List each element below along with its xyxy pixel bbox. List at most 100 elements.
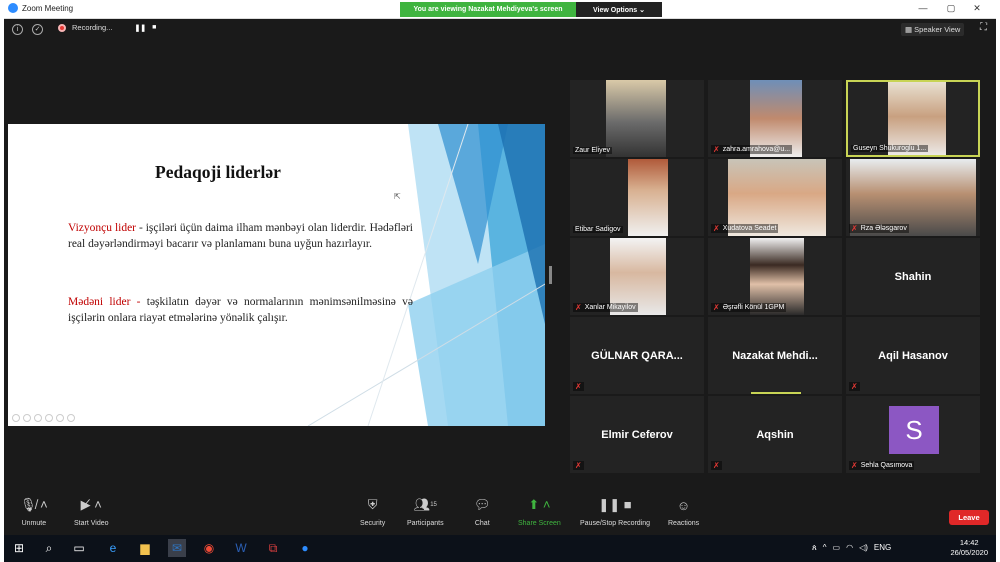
- pause-icon[interactable]: ❚❚: [134, 24, 146, 32]
- slide-title: Pedaqoji liderlər: [155, 162, 281, 182]
- recording-indicator: Recording... ❚❚ ■: [58, 23, 156, 32]
- chat-icon: 💬︎: [474, 497, 491, 512]
- share-screen-label: Share Screen: [518, 520, 561, 527]
- unmute-button[interactable]: 🎙︎̸ ˄ Unmute: [20, 495, 48, 527]
- participant-name: ✗ Xanlar Mikayilov: [573, 303, 638, 312]
- participant-tile[interactable]: ✗ Xudatova Seadet: [708, 159, 842, 236]
- task-view-icon[interactable]: ▭: [70, 539, 88, 557]
- chat-label: Chat: [474, 520, 490, 527]
- maximize-icon[interactable]: ▢: [944, 3, 958, 14]
- muted-mic-icon: ✗: [713, 145, 720, 154]
- participant-tile[interactable]: Etibar Sadigov: [570, 159, 704, 236]
- participant-name-large: Aqil Hasanov: [878, 349, 948, 362]
- start-video-button[interactable]: ▶̸ ˄ Start Video: [74, 495, 109, 527]
- participant-name-large: Nazakat Mehdi...: [732, 349, 818, 362]
- fullscreen-icon[interactable]: ⛶: [980, 22, 987, 33]
- security-label: Security: [360, 520, 386, 527]
- language-indicator[interactable]: ENG: [874, 543, 891, 553]
- reactions-label: Reactions: [668, 520, 700, 527]
- search-icon[interactable]: ⌕: [40, 539, 58, 557]
- app-title: Zoom Meeting: [8, 3, 73, 13]
- viewing-label: You are viewing Nazakat Mehdiyeva's scre…: [400, 2, 576, 17]
- participant-tile[interactable]: Aqshin ✗: [708, 396, 842, 473]
- slide-control-icon[interactable]: [12, 414, 20, 422]
- close-icon[interactable]: ✕: [970, 3, 984, 14]
- windows-start-icon[interactable]: ⊞: [10, 539, 28, 557]
- reactions-button[interactable]: ☺ Reactions: [668, 495, 700, 528]
- zoom-logo-icon: [8, 3, 18, 13]
- zoom-taskbar-icon[interactable]: ●: [296, 539, 314, 557]
- window-title: Zoom Meeting: [22, 3, 74, 13]
- avatar: S: [889, 406, 939, 454]
- slide-control-icon[interactable]: [67, 414, 75, 422]
- term-medeni: Mədəni lider -: [68, 296, 141, 308]
- participant-tile[interactable]: ✗ Əşrəfli Könül 1GPM: [708, 238, 842, 315]
- pause-recording-label: Pause/Stop Recording: [580, 520, 651, 527]
- slide-control-icon[interactable]: [56, 414, 64, 422]
- clock[interactable]: 14:42 26/05/2020: [950, 538, 988, 558]
- video-feed: [606, 80, 666, 157]
- word-icon[interactable]: W: [232, 539, 250, 557]
- share-arrow-icon: ⬆ ˄: [528, 497, 551, 512]
- participant-name-large: Shahin: [894, 270, 932, 283]
- participants-button[interactable]: 👥︎ 15 Participants: [407, 495, 444, 527]
- participant-name: Zaur Eliyev: [573, 147, 613, 154]
- chevron-up-icon[interactable]: ^: [823, 543, 827, 553]
- pdf-icon[interactable]: ⧉: [264, 539, 282, 557]
- participant-name-large: Aqshin: [756, 428, 794, 441]
- clock-date: 26/05/2020: [950, 548, 988, 557]
- participant-tile[interactable]: Shahin: [846, 238, 980, 315]
- speaker-view-button[interactable]: ▦ Speaker View: [901, 23, 965, 36]
- split-handle[interactable]: [549, 266, 552, 284]
- slide-controls: [12, 414, 75, 422]
- name-label: Sehla Qasımova: [860, 462, 913, 469]
- slide-control-icon[interactable]: [23, 414, 31, 422]
- volume-icon[interactable]: ◁): [859, 543, 868, 553]
- active-speaker-bar: [751, 392, 801, 394]
- participant-name: Guseyn Shukuroglu 1...: [851, 145, 929, 152]
- pause-recording-button[interactable]: ❚❚ ■ Pause/Stop Recording: [580, 495, 650, 527]
- security-button[interactable]: ⛨ Security: [360, 495, 385, 527]
- smiley-icon: ☺: [676, 497, 691, 513]
- name-label: Xudatova Seadet: [722, 225, 777, 232]
- viewing-banner: You are viewing Nazakat Mehdiyeva's scre…: [400, 2, 662, 17]
- muted-indicator: ✗: [573, 461, 584, 470]
- system-tray: ጰ ^ ▭ ◠ ◁) ENG: [812, 543, 891, 553]
- slide-control-icon[interactable]: [34, 414, 42, 422]
- slide-control-icon[interactable]: [45, 414, 53, 422]
- view-options-button[interactable]: View Options ⌄: [576, 2, 662, 17]
- participant-tile[interactable]: ✗ Xanlar Mikayilov: [570, 238, 704, 315]
- name-label: Rza Ələsgarov: [860, 225, 907, 232]
- minimize-icon[interactable]: —: [916, 3, 930, 13]
- stop-icon[interactable]: ■: [152, 24, 156, 31]
- info-icon[interactable]: i: [12, 24, 23, 35]
- edge-icon[interactable]: e: [104, 539, 122, 557]
- participant-tile[interactable]: S ✗ Sehla Qasımova: [846, 396, 980, 473]
- outlook-icon[interactable]: ✉: [168, 539, 186, 557]
- speaker-view-label: Speaker View: [914, 25, 961, 34]
- participant-tile-active[interactable]: Guseyn Shukuroglu 1...: [846, 80, 980, 157]
- people-tray-icon[interactable]: ጰ: [812, 543, 817, 553]
- leave-button[interactable]: Leave: [949, 510, 989, 525]
- slide-paragraph-2: Mədəni lider - təşkilatın dəyər və norma…: [68, 294, 413, 326]
- participant-tile[interactable]: Elmir Ceferov ✗: [570, 396, 704, 473]
- shared-slide: Pedaqoji liderlər Vizyonçu lider - işçil…: [8, 124, 545, 426]
- participant-tile[interactable]: ✗ Rza Ələsgarov: [846, 159, 980, 236]
- participant-tile[interactable]: GÜLNAR QARA... ✗: [570, 317, 704, 394]
- participant-name: ✗ Rza Ələsgarov: [849, 224, 909, 233]
- file-explorer-icon[interactable]: ▆: [136, 539, 154, 557]
- pointer-icon: ⇱: [394, 192, 401, 201]
- participant-tile[interactable]: Zaur Eliyev: [570, 80, 704, 157]
- share-screen-button[interactable]: ⬆ ˄ Share Screen: [518, 495, 561, 527]
- muted-mic-icon: ✗: [575, 382, 582, 391]
- participant-tile[interactable]: ✗ zahra.amrahova@u...: [708, 80, 842, 157]
- wifi-icon[interactable]: ◠: [846, 543, 853, 553]
- chat-button[interactable]: 💬︎ Chat: [474, 495, 491, 527]
- slide-paragraph-1: Vizyonçu lider - işçiləri üçün daima ilh…: [68, 220, 413, 252]
- battery-icon[interactable]: ▭: [833, 543, 841, 553]
- chrome-icon[interactable]: ◉: [200, 539, 218, 557]
- shield-icon[interactable]: ✓: [32, 24, 43, 35]
- participant-tile[interactable]: Aqil Hasanov ✗: [846, 317, 980, 394]
- participant-tile[interactable]: Nazakat Mehdi...: [708, 317, 842, 394]
- recording-label: Recording...: [72, 23, 113, 32]
